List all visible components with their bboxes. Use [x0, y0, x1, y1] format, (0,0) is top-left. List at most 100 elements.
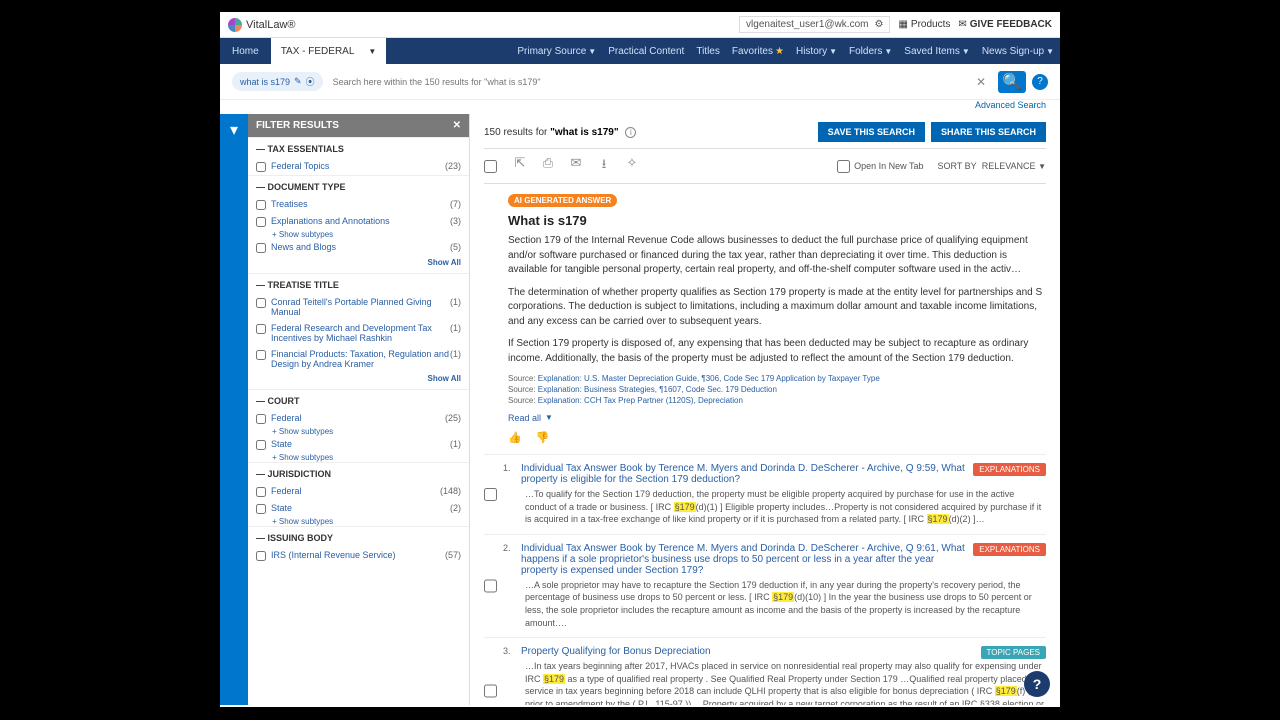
filter-row[interactable]: Federal(25) [248, 410, 469, 427]
section-jurisdiction[interactable]: — JURISDICTION [248, 462, 469, 483]
nav-home[interactable]: Home [220, 46, 271, 57]
open-icon[interactable]: ⇱ [513, 155, 527, 177]
filter-column: ▾ FILTER RESULTS ✕ — TAX ESSENTIALS Fede… [220, 114, 470, 705]
filter-row[interactable]: Treatises(7) [248, 196, 469, 213]
section-court[interactable]: — COURT [248, 389, 469, 410]
result-title[interactable]: Individual Tax Answer Book by Terence M.… [521, 463, 1046, 485]
user-menu[interactable]: vlgenaitest_user1@wk.com ⚙ [739, 16, 890, 33]
result-checkbox[interactable] [484, 543, 497, 629]
result-checkbox[interactable] [484, 646, 497, 705]
ai-source: Source: Explanation: Business Strategies… [508, 385, 1046, 394]
ai-paragraph: If Section 179 property is disposed of, … [508, 337, 1046, 366]
print-icon[interactable]: ⎙ [541, 155, 555, 177]
ai-source: Source: Explanation: CCH Tax Prep Partne… [508, 396, 1046, 405]
pencil-icon: ✎ [294, 76, 302, 87]
filter-row[interactable]: Explanations and Annotations(3) [248, 213, 469, 230]
ai-answer-block: AI GENERATED ANSWER What is s179 Section… [484, 194, 1046, 444]
grid-icon: ▦ [898, 19, 907, 30]
filter-header: FILTER RESULTS ✕ [248, 114, 469, 137]
filter-row[interactable]: State(2) [248, 500, 469, 517]
thumbs-up-icon[interactable]: 👍 [508, 431, 522, 444]
filter-row[interactable]: News and Blogs(5) [248, 239, 469, 256]
filter-row[interactable]: IRS (Internal Revenue Service)(57) [248, 547, 469, 564]
nav-titles[interactable]: Titles [690, 46, 726, 57]
section-doc-type[interactable]: — DOCUMENT TYPE [248, 175, 469, 196]
nav-active-tab[interactable]: TAX - FEDERAL ▼ [271, 38, 387, 64]
show-subtypes[interactable]: + Show subtypes [248, 427, 469, 436]
show-subtypes[interactable]: + Show subtypes [248, 453, 469, 462]
clear-search-icon[interactable]: ✕ [970, 75, 992, 89]
filter-row[interactable]: Financial Products: Taxation, Regulation… [248, 346, 469, 372]
top-bar: VitalLaw® vlgenaitest_user1@wk.com ⚙ ▦ P… [220, 12, 1060, 38]
magnifier-icon: 🔍 [1002, 72, 1022, 92]
filter-row[interactable]: Federal(148) [248, 483, 469, 500]
nav-favorites[interactable]: Favorites★ [726, 46, 790, 57]
results-list: 1.EXPLANATIONSIndividual Tax Answer Book… [484, 454, 1046, 705]
sparkle-icon[interactable]: ✧ [625, 155, 639, 177]
section-treatise-title[interactable]: — TREATISE TITLE [248, 273, 469, 294]
nav-practical-content[interactable]: Practical Content [602, 46, 690, 57]
show-all[interactable]: Show All [248, 372, 469, 389]
result-tag: EXPLANATIONS [973, 463, 1046, 476]
app-window: VitalLaw® vlgenaitest_user1@wk.com ⚙ ▦ P… [220, 12, 1060, 707]
help-icon[interactable]: ? [1032, 74, 1048, 90]
search-pill[interactable]: what is s179✎⦿ [232, 72, 323, 91]
chevron-down-icon: ▼ [545, 413, 553, 423]
result-number: 3. [503, 646, 515, 705]
filter-row[interactable]: Federal Research and Development Tax Inc… [248, 320, 469, 346]
close-icon[interactable]: ✕ [453, 120, 461, 131]
filter-row[interactable]: Federal Topics(23) [248, 158, 469, 175]
download-icon[interactable]: ⭳ [597, 155, 611, 177]
nav-primary-source[interactable]: Primary Source▼ [511, 46, 602, 57]
body: ▾ FILTER RESULTS ✕ — TAX ESSENTIALS Fede… [220, 114, 1060, 705]
user-email: vlgenaitest_user1@wk.com [746, 19, 868, 30]
result-title[interactable]: Property Qualifying for Bonus Depreciati… [521, 646, 1046, 657]
section-tax-essentials[interactable]: — TAX ESSENTIALS [248, 137, 469, 158]
gear-icon[interactable]: ⚙ [874, 19, 883, 30]
result-tag: TOPIC PAGES [981, 646, 1047, 659]
nav-folders[interactable]: Folders▼ [843, 46, 898, 57]
open-new-tab-toggle[interactable]: Open In New Tab [837, 160, 923, 173]
save-search-button[interactable]: SAVE THIS SEARCH [818, 122, 925, 142]
advanced-search-link[interactable]: Advanced Search [975, 100, 1046, 110]
thumbs-down-icon[interactable]: 👎 [536, 431, 550, 444]
show-all[interactable]: Show All [248, 256, 469, 273]
floating-help-button[interactable]: ? [1024, 671, 1050, 697]
search-button[interactable]: 🔍 [998, 71, 1026, 93]
show-subtypes[interactable]: + Show subtypes [248, 517, 469, 526]
results-column: 150 results for "what is s179" i SAVE TH… [470, 114, 1060, 705]
section-issuing-body[interactable]: — ISSUING BODY [248, 526, 469, 547]
email-icon[interactable]: ✉ [569, 155, 583, 177]
nav-saved-items[interactable]: Saved Items▼ [898, 46, 976, 57]
result-number: 2. [503, 543, 515, 629]
result-excerpt: …In tax years beginning after 2017, HVAC… [521, 660, 1046, 705]
search-input[interactable] [329, 73, 964, 91]
sort-by[interactable]: SORT BY RELEVANCE ▼ [938, 161, 1047, 171]
results-count: 150 results for "what is s179" i [484, 127, 636, 138]
feedback-link[interactable]: ✉ GIVE FEEDBACK [958, 19, 1052, 30]
ai-source: Source: Explanation: U.S. Master Depreci… [508, 374, 1046, 383]
share-search-button[interactable]: SHARE THIS SEARCH [931, 122, 1046, 142]
brand[interactable]: VitalLaw® [228, 18, 739, 32]
results-header: 150 results for "what is s179" i SAVE TH… [484, 122, 1046, 142]
products-link[interactable]: ▦ Products [898, 19, 950, 30]
nav-news-signup[interactable]: News Sign-up▼ [976, 46, 1060, 57]
filter-toggle[interactable]: ▾ [220, 114, 248, 705]
nav-bar: Home TAX - FEDERAL ▼ Primary Source▼ Pra… [220, 38, 1060, 64]
ai-badge: AI GENERATED ANSWER [508, 194, 617, 207]
info-icon[interactable]: i [625, 127, 636, 138]
read-all-link[interactable]: Read all▼ [508, 413, 553, 423]
filter-row[interactable]: Conrad Teitell's Portable Planned Giving… [248, 294, 469, 320]
result-title[interactable]: Individual Tax Answer Book by Terence M.… [521, 543, 1046, 576]
nav-history[interactable]: History▼ [790, 46, 843, 57]
result-item: 1.EXPLANATIONSIndividual Tax Answer Book… [484, 454, 1046, 534]
result-excerpt: …A sole proprietor may have to recapture… [521, 579, 1046, 629]
show-subtypes[interactable]: + Show subtypes [248, 230, 469, 239]
results-toolbar: ⇱ ⎙ ✉ ⭳ ✧ Open In New Tab SORT BY RELEVA… [484, 148, 1046, 184]
chevron-down-icon: ▼ [368, 47, 376, 56]
brand-name: VitalLaw® [246, 19, 295, 31]
select-all-checkbox[interactable] [484, 160, 497, 173]
result-checkbox[interactable] [484, 463, 497, 526]
filter-row[interactable]: State(1) [248, 436, 469, 453]
result-tag: EXPLANATIONS [973, 543, 1046, 556]
